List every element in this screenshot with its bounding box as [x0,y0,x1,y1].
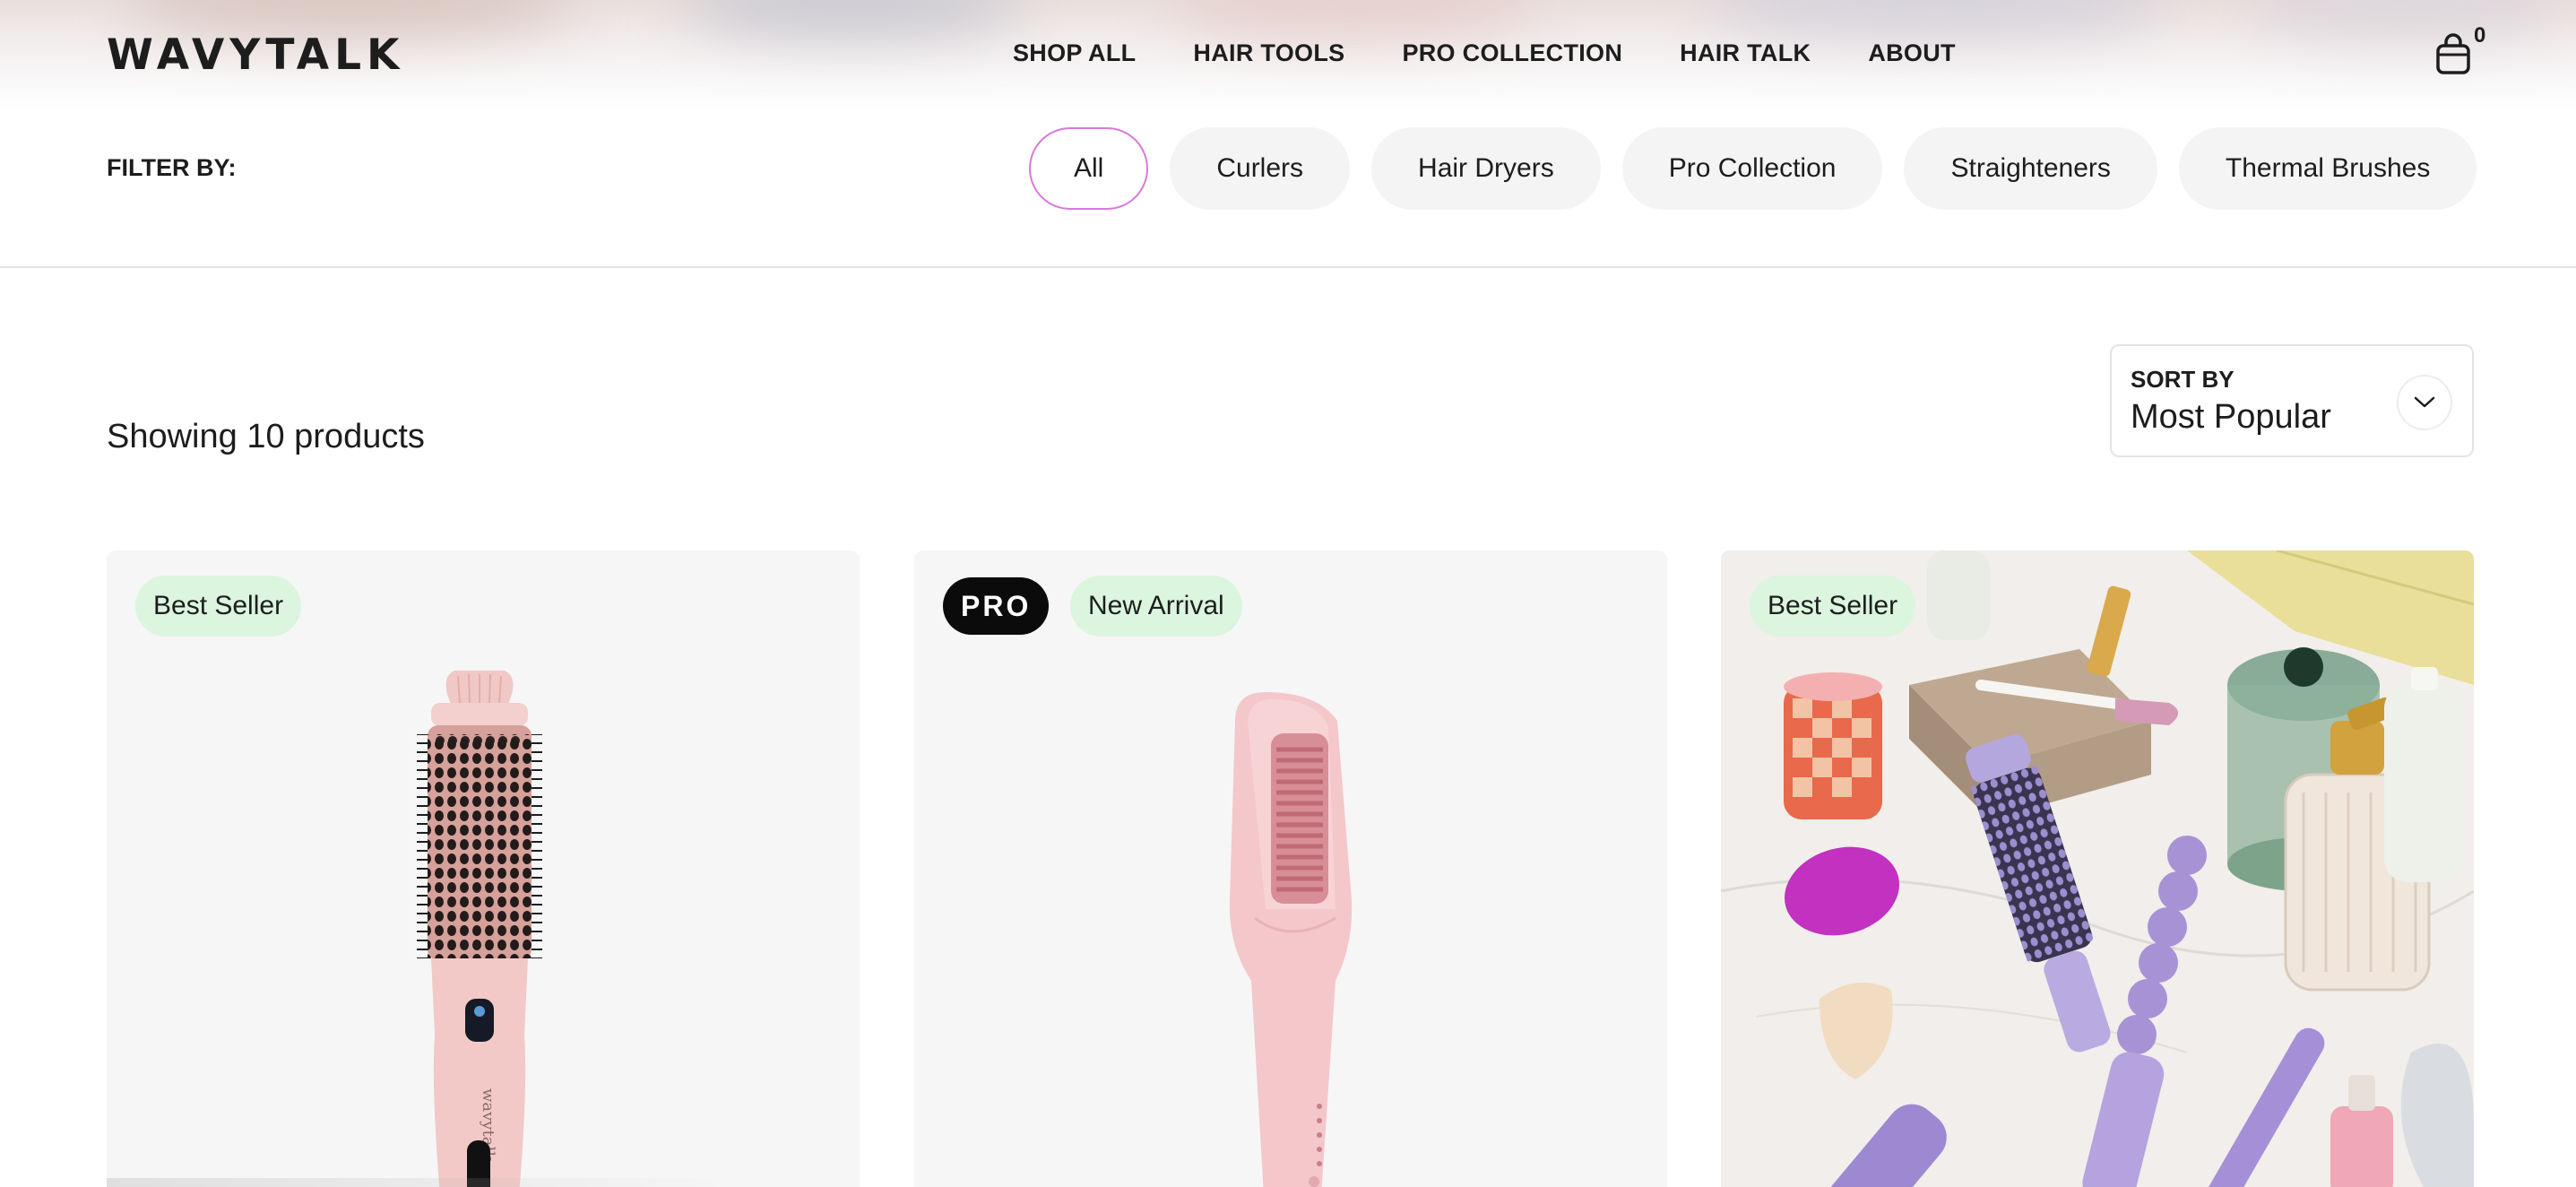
filter-chip-straighteners[interactable]: Straighteners [1904,127,2157,210]
filter-chip-curlers[interactable]: Curlers [1170,127,1351,210]
product-card[interactable]: Best Seller wavytalk [107,550,860,1187]
filter-chip-hair-dryers[interactable]: Hair Dryers [1371,127,1601,210]
filter-chips: All Curlers Hair Dryers Pro Collection S… [1029,127,2477,210]
wavytalk-logo[interactable]: WAVYTALK [107,34,404,76]
new-arrival-badge: New Arrival [1070,576,1242,637]
pro-badge: PRO [943,577,1050,635]
cart-count-badge: 0 [2474,23,2486,48]
product-card[interactable]: PRO New Arrival [914,550,1667,1187]
product-count-text: Showing 10 products [107,418,425,455]
card-shadow [107,1178,734,1187]
product-image-thermal-brush[interactable]: wavytalk [107,550,860,1187]
best-seller-badge: Best Seller [135,576,302,637]
shopping-bag-icon[interactable] [2434,32,2472,75]
product-image-lifestyle[interactable] [1721,550,2474,1187]
filter-chip-pro-collection[interactable]: Pro Collection [1621,127,1883,210]
site-header: WAVYTALK SHOP ALL HAIR TOOLS PRO COLLECT… [0,0,2576,112]
product-image-straightening-brush[interactable] [914,550,1667,1187]
filter-divider [0,266,2576,268]
nav-shop-all[interactable]: SHOP ALL [1013,39,1136,67]
main-nav: SHOP ALL HAIR TOOLS PRO COLLECTION HAIR … [1013,39,2013,67]
sort-dropdown[interactable]: SORT BY Most Popular [2110,344,2474,457]
best-seller-badge: Best Seller [1750,576,1916,637]
filter-chip-all[interactable]: All [1029,127,1149,210]
nav-pro-collection[interactable]: PRO COLLECTION [1402,39,1622,67]
sort-value: Most Popular [2131,398,2331,436]
filter-label: FILTER BY: [107,154,237,181]
sort-label: SORT BY [2131,366,2235,393]
nav-hair-tools[interactable]: HAIR TOOLS [1193,39,1344,67]
nav-about[interactable]: ABOUT [1868,39,1956,67]
nav-hair-talk[interactable]: HAIR TALK [1680,39,1811,67]
sort-toggle-button[interactable] [2397,375,2452,430]
filter-chip-thermal-brushes[interactable]: Thermal Brushes [2178,127,2477,210]
chevron-down-icon [2414,396,2435,408]
product-card[interactable]: Best Seller [1721,550,2474,1187]
